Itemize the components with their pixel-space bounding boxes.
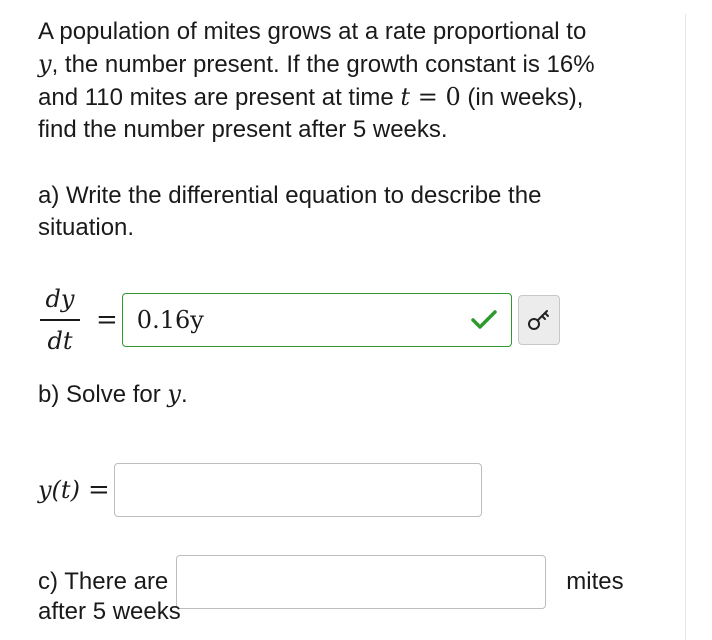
key-icon — [527, 310, 549, 330]
part-b-answer-row: y(t) = — [38, 462, 482, 518]
part-a-prompt: a) Write the differential equation to de… — [38, 180, 678, 244]
part-b-prompt-text: b) Solve for — [38, 381, 168, 408]
part-a-prompt-line-1: a) Write the differential equation to de… — [38, 182, 542, 209]
problem-line-4: find the number present after 5 weeks. — [38, 114, 678, 146]
fraction-numerator: dy — [45, 285, 75, 314]
function-label: y(t) — [38, 476, 80, 504]
problem-text: , the number present. If the growth cons… — [51, 51, 595, 78]
problem-statement: A population of mites grows at a rate pr… — [38, 16, 678, 146]
problem-text: find the number present after 5 weeks. — [38, 116, 448, 143]
part-b-answer-field[interactable] — [113, 463, 482, 517]
equals-zero: = 0 — [410, 83, 461, 111]
part-a-prompt-line-2: situation. — [38, 214, 135, 241]
part-a-answer-value: 0.16y — [136, 306, 204, 334]
part-a-answer-field[interactable]: 0.16y — [121, 293, 512, 347]
part-c-lead-text: c) There are — [38, 568, 169, 595]
part-c-answer-field[interactable] — [176, 555, 547, 609]
var-y: y — [38, 50, 52, 78]
var-t: t — [400, 83, 411, 111]
part-b-prompt: b) Solve for y. — [38, 378, 188, 411]
part-a-answer-row: dy dt = 0.16y — [38, 280, 560, 360]
equals-sign: = — [87, 475, 110, 505]
content-frame-border — [685, 14, 686, 640]
problem-line-1: A population of mites grows at a rate pr… — [38, 16, 678, 48]
y-of-t: y(t) — [38, 476, 80, 504]
check-icon — [471, 310, 497, 329]
fraction-bar — [40, 319, 80, 321]
problem-line-3: and 110 mites are present at time t = 0 … — [38, 81, 678, 114]
derivative-fraction: dy dt — [38, 285, 82, 355]
var-y: y — [167, 380, 181, 408]
part-c-tail-text: after 5 weeks — [38, 598, 181, 625]
problem-line-2: y, the number present. If the growth con… — [38, 48, 678, 81]
answer-key-button[interactable] — [517, 295, 560, 345]
fraction-denominator: dt — [47, 326, 73, 355]
equals-sign: = — [96, 305, 118, 335]
problem-text: and 110 mites are present at time — [38, 84, 401, 111]
problem-text: A population of mites grows at a rate pr… — [38, 18, 587, 45]
part-c-unit-text: mites — [566, 568, 624, 595]
part-b-prompt-period: . — [180, 381, 188, 408]
problem-text: (in weeks), — [460, 84, 584, 111]
